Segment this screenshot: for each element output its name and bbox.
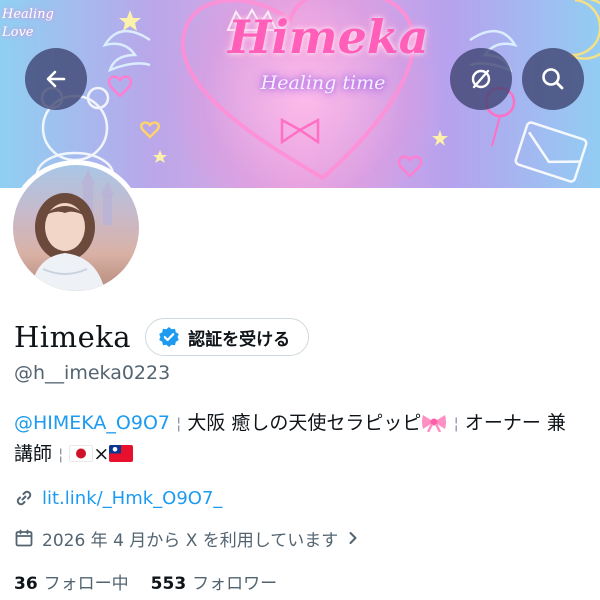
hidden-toggle-button[interactable] [450, 48, 512, 110]
following-count: 36 [14, 573, 38, 594]
get-verified-label: 認証を受ける [188, 329, 291, 350]
bio-text-1: 大阪 癒しの天使セラピッピ [187, 412, 422, 434]
following-stat[interactable]: 36 フォロー中 [14, 569, 129, 594]
banner-corner-line-1: Healing [2, 7, 54, 22]
avatar-frame[interactable] [8, 160, 144, 296]
bio-times: × [93, 443, 110, 465]
profile-link[interactable]: lit.link/_Hmk_O9O7_ [42, 488, 222, 509]
follow-stats: 36 フォロー中 553 フォロワー [14, 568, 277, 594]
search-icon [542, 68, 564, 90]
user-handle: @h__imeka0223 [14, 362, 171, 384]
banner-subtitle: Healing time [260, 72, 386, 94]
bio-separator: ¦ [453, 414, 459, 433]
bio-separator: ¦ [58, 445, 64, 464]
search-button[interactable] [522, 48, 584, 110]
profile-bio: @HIMEKA_O9O7 ¦ 大阪 癒しの天使セラピッピ ¦ オーナー 兼 講師 ¦ × [14, 408, 590, 470]
profile-link-row: lit.link/_Hmk_O9O7_ [14, 485, 222, 511]
followers-stat[interactable]: 553 フォロワー [151, 569, 278, 594]
flag-japan-icon [69, 445, 94, 462]
calendar-icon [15, 529, 33, 547]
bio-mention-link[interactable]: @HIMEKA_O9O7 [14, 412, 170, 434]
flag-taiwan-icon [109, 445, 134, 462]
followers-label: フォロワー [192, 573, 278, 594]
name-row: Himeka 認証を受ける [14, 318, 310, 356]
followers-count: 553 [150, 573, 187, 594]
ribbon-emoji-icon [422, 415, 447, 432]
banner-title: Himeka [228, 10, 429, 64]
back-button[interactable] [25, 48, 87, 110]
banner-corner-line-2: Love [2, 25, 34, 40]
bio-separator: ¦ [176, 414, 182, 433]
avatar-photo [31, 169, 114, 291]
chevron-right-icon [349, 532, 357, 544]
display-name: Himeka [14, 320, 132, 354]
verified-badge-icon [159, 327, 179, 347]
arrow-left-icon [46, 70, 66, 88]
following-label: フォロー中 [43, 573, 129, 594]
link-icon [16, 490, 32, 506]
avatar[interactable] [13, 165, 139, 291]
eye-slash-icon [471, 69, 491, 89]
joined-date-text: 2026 年 4 月から X を利用しています [42, 530, 339, 551]
profile-banner[interactable]: Healing Love Himeka Healing time [0, 0, 600, 188]
get-verified-button[interactable]: 認証を受ける [145, 318, 310, 356]
banner-corner-text: Healing Love [2, 6, 62, 42]
joined-date-row[interactable]: 2026 年 4 月から X を利用しています [14, 524, 362, 552]
